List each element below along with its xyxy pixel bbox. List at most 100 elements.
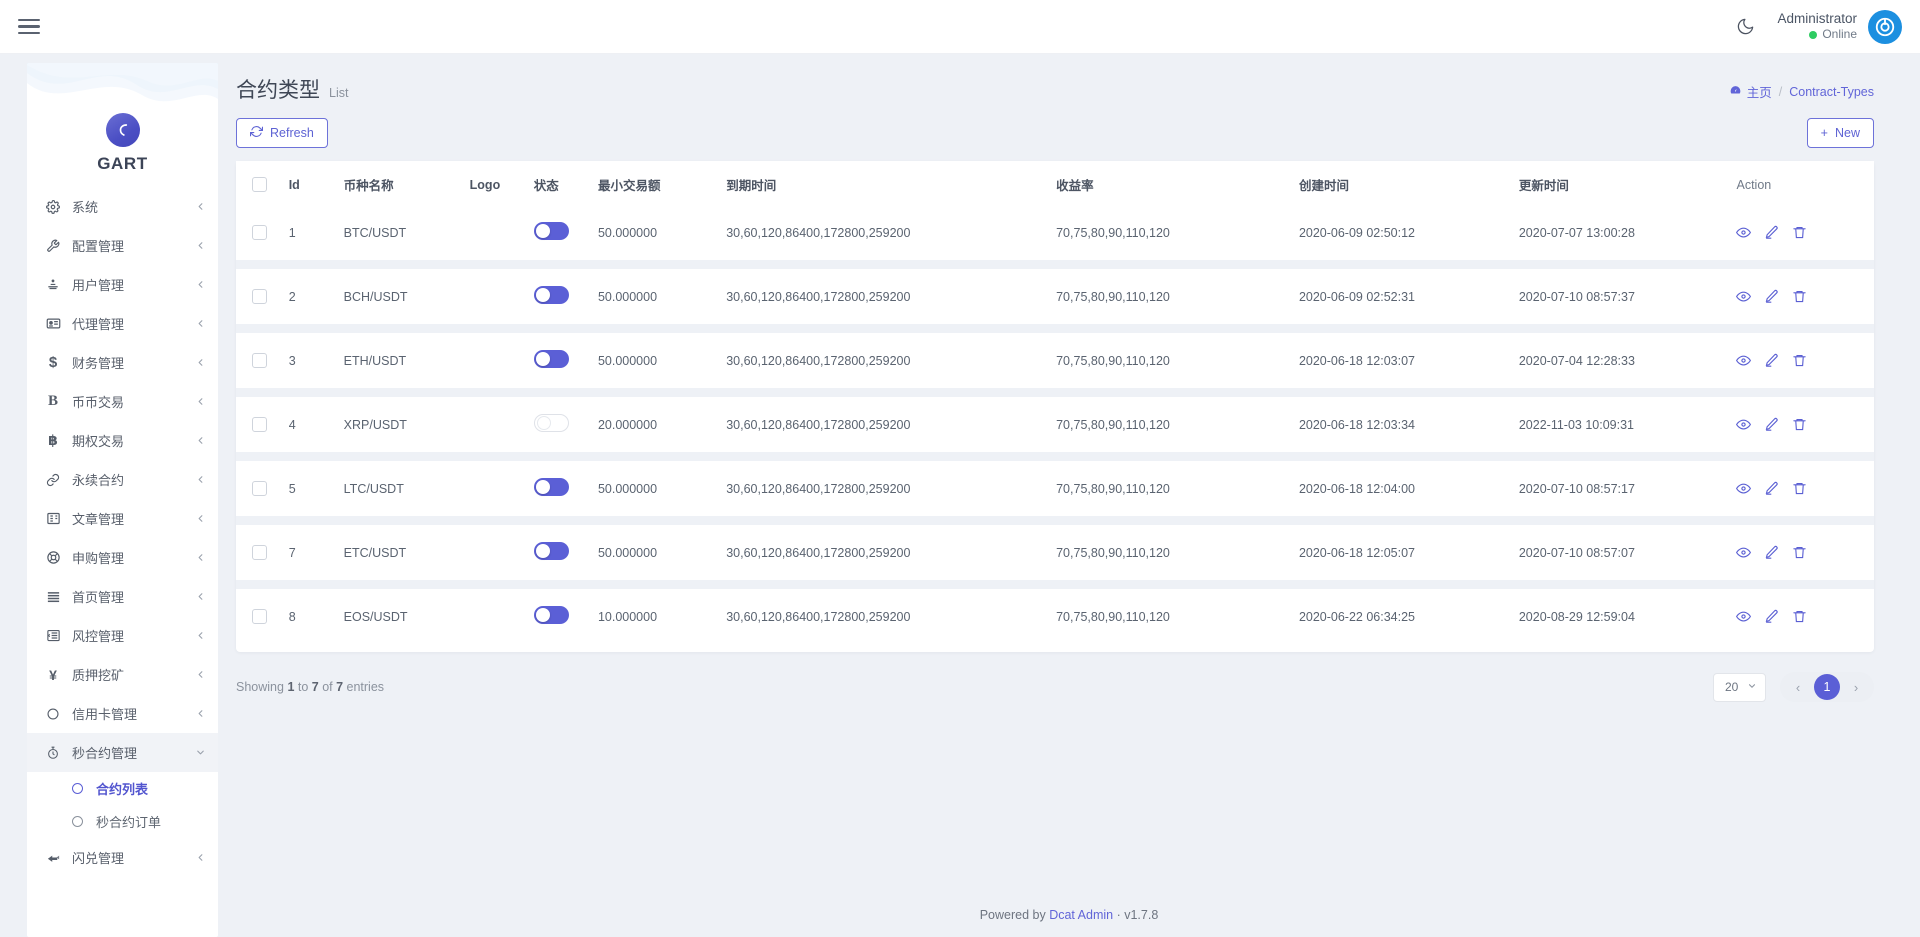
row-checkbox[interactable] — [252, 353, 267, 368]
id-card-icon — [43, 316, 63, 331]
eye-icon[interactable] — [1736, 225, 1752, 240]
eye-icon[interactable] — [1736, 545, 1752, 560]
sidebar-item-perpetual[interactable]: 永续合约 — [27, 460, 218, 499]
column-header-state[interactable]: 状态 — [533, 161, 598, 208]
table-row[interactable]: 2 BCH/USDT 50.000000 30,60,120,86400,172… — [236, 260, 1874, 329]
status-toggle[interactable] — [533, 286, 569, 304]
sidebar-item-staking[interactable]: ¥ 质押挖矿 — [27, 655, 218, 694]
cell-state — [533, 388, 598, 457]
table-row[interactable]: 5 LTC/USDT 50.000000 30,60,120,86400,172… — [236, 452, 1874, 521]
cell-rate: 70,75,80,90,110,120 — [1056, 388, 1299, 457]
trash-icon[interactable] — [1792, 225, 1807, 240]
cell-created: 2020-06-18 12:03:07 — [1298, 324, 1519, 393]
sidebar-item-article[interactable]: 文章管理 — [27, 499, 218, 538]
sidebar-item-homepage[interactable]: 首页管理 — [27, 577, 218, 616]
sidebar-item-label: 期权交易 — [72, 434, 125, 449]
cell-created: 2020-06-18 12:04:00 — [1298, 452, 1519, 521]
eye-icon[interactable] — [1736, 353, 1752, 368]
status-toggle[interactable] — [533, 478, 569, 496]
chevron-down-icon — [1747, 680, 1757, 694]
trash-icon[interactable] — [1792, 609, 1807, 624]
row-checkbox[interactable] — [252, 417, 267, 432]
eye-icon[interactable] — [1736, 609, 1752, 624]
sidebar-item-agent[interactable]: 代理管理 — [27, 304, 218, 343]
column-header-min[interactable]: 最小交易额 — [597, 161, 727, 208]
pencil-icon[interactable] — [1764, 481, 1779, 496]
eye-icon[interactable] — [1736, 289, 1752, 304]
new-button[interactable]: + New — [1806, 118, 1874, 148]
refresh-button[interactable]: Refresh — [236, 118, 328, 148]
status-toggle[interactable] — [533, 350, 569, 368]
moon-icon[interactable] — [1736, 17, 1755, 36]
avatar[interactable] — [1868, 9, 1902, 44]
dcat-admin-link[interactable]: Dcat Admin — [1049, 908, 1113, 922]
row-select-cell — [236, 208, 289, 265]
pencil-icon[interactable] — [1764, 353, 1779, 368]
sidebar-item-options-trade[interactable]: ฿ 期权交易 — [27, 421, 218, 460]
column-header-logo[interactable]: Logo — [469, 161, 534, 208]
select-all-checkbox[interactable] — [252, 177, 267, 192]
eye-icon[interactable] — [1736, 417, 1752, 432]
cell-actions — [1736, 580, 1874, 644]
cell-state — [533, 580, 598, 644]
table-row[interactable]: 7 ETC/USDT 50.000000 30,60,120,86400,172… — [236, 516, 1874, 585]
per-page-select[interactable]: 20 — [1713, 672, 1766, 702]
column-header-updated[interactable]: 更新时间 — [1518, 161, 1737, 208]
sidebar-item-risk-control[interactable]: 风控管理 — [27, 616, 218, 655]
row-checkbox[interactable] — [252, 289, 267, 304]
table-row[interactable]: 8 EOS/USDT 10.000000 30,60,120,86400,172… — [236, 580, 1874, 644]
user-menu[interactable]: Administrator Online — [1777, 9, 1902, 44]
cell-actions — [1736, 324, 1874, 393]
sidebar-item-contract-list[interactable]: 合约列表 — [27, 772, 218, 805]
sidebar-item-contract-orders[interactable]: 秒合约订单 — [27, 805, 218, 838]
table-row[interactable]: 1 BTC/USDT 50.000000 30,60,120,86400,172… — [236, 208, 1874, 265]
column-header-expiry[interactable]: 到期时间 — [726, 161, 1057, 208]
row-checkbox[interactable] — [252, 481, 267, 496]
sidebar-item-credit-card[interactable]: 信用卡管理 — [27, 694, 218, 733]
pencil-icon[interactable] — [1764, 289, 1779, 304]
trash-icon[interactable] — [1792, 353, 1807, 368]
trash-icon[interactable] — [1792, 481, 1807, 496]
column-header-id[interactable]: Id — [288, 161, 344, 208]
status-toggle[interactable] — [533, 414, 569, 432]
table-row[interactable]: 4 XRP/USDT 20.000000 30,60,120,86400,172… — [236, 388, 1874, 457]
pencil-icon[interactable] — [1764, 609, 1779, 624]
row-checkbox[interactable] — [252, 225, 267, 240]
sidebar-item-finance[interactable]: $ 财务管理 — [27, 343, 218, 382]
sidebar-item-coin-trade[interactable]: B 币币交易 — [27, 382, 218, 421]
status-toggle[interactable] — [533, 542, 569, 560]
breadcrumb-home[interactable]: 主页 — [1729, 82, 1772, 101]
pencil-icon[interactable] — [1764, 545, 1779, 560]
chevron-left-icon — [195, 630, 206, 641]
eye-icon[interactable] — [1736, 481, 1752, 496]
hamburger-icon[interactable] — [16, 11, 42, 43]
sidebar-submenu: 合约列表 秒合约订单 — [27, 772, 218, 838]
sidebar-panel: GART 系统 配置管理 用户管理 代理管理 $ 财务管理 B 币币交易 ฿ 期… — [27, 63, 218, 937]
sidebar-group-second-contract[interactable]: 秒合约管理 — [27, 733, 218, 772]
trash-icon[interactable] — [1792, 417, 1807, 432]
status-toggle[interactable] — [533, 606, 569, 624]
sidebar-item-users[interactable]: 用户管理 — [27, 265, 218, 304]
sidebar-item-label: 风控管理 — [72, 629, 125, 644]
row-checkbox[interactable] — [252, 545, 267, 560]
column-header-symbol[interactable]: 币种名称 — [343, 161, 470, 208]
sidebar-item-system[interactable]: 系统 — [27, 187, 218, 226]
chevron-left-icon — [195, 240, 206, 251]
sidebar-item-flash-exchange[interactable]: 闪兑管理 — [27, 838, 218, 877]
sidebar-item-config[interactable]: 配置管理 — [27, 226, 218, 265]
page-1-button[interactable]: 1 — [1814, 674, 1840, 700]
column-header-rate[interactable]: 收益率 — [1056, 161, 1299, 208]
sidebar-item-subscription[interactable]: 申购管理 — [27, 538, 218, 577]
trash-icon[interactable] — [1792, 545, 1807, 560]
column-header-created[interactable]: 创建时间 — [1298, 161, 1519, 208]
breadcrumb-current[interactable]: Contract-Types — [1789, 85, 1874, 99]
row-checkbox[interactable] — [252, 609, 267, 624]
sidebar-item-label: 申购管理 — [72, 551, 125, 566]
pencil-icon[interactable] — [1764, 225, 1779, 240]
trash-icon[interactable] — [1792, 289, 1807, 304]
next-page-button[interactable]: › — [1844, 675, 1868, 699]
status-toggle[interactable] — [533, 222, 569, 240]
pencil-icon[interactable] — [1764, 417, 1779, 432]
prev-page-button[interactable]: ‹ — [1786, 675, 1810, 699]
table-row[interactable]: 3 ETH/USDT 50.000000 30,60,120,86400,172… — [236, 324, 1874, 393]
